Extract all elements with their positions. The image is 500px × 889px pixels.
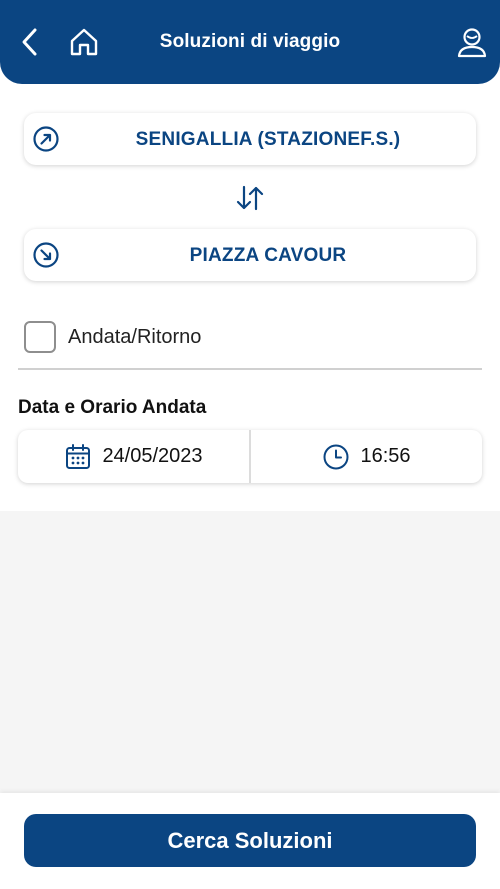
calendar-icon bbox=[66, 443, 91, 469]
round-trip-checkbox[interactable] bbox=[24, 321, 56, 353]
date-picker-button[interactable]: 24/05/2023 bbox=[18, 430, 249, 483]
departure-date: 24/05/2023 bbox=[102, 445, 203, 467]
arrival-stop-label: PIAZZA CAVOUR bbox=[189, 245, 347, 266]
page-title: Soluzioni di viaggio bbox=[159, 31, 341, 52]
departure-section-title: Data e Orario Andata bbox=[18, 397, 207, 418]
search-solutions-button[interactable]: Cerca Soluzioni bbox=[24, 814, 476, 867]
user-icon bbox=[457, 28, 487, 58]
arrow-down-right-circle-icon bbox=[33, 242, 59, 268]
divider bbox=[18, 368, 482, 370]
screen: Soluzioni di viaggio SENIGALLIA (STAZION… bbox=[0, 0, 500, 889]
departure-stop-label: SENIGALLIA (STAZIONEF.S.) bbox=[135, 129, 401, 150]
app-header: Soluzioni di viaggio bbox=[0, 0, 500, 84]
swap-vertical-icon bbox=[236, 185, 264, 211]
arrival-stop-field[interactable]: PIAZZA CAVOUR bbox=[24, 229, 476, 281]
results-area bbox=[0, 511, 500, 793]
round-trip-option[interactable]: Andata/Ritorno bbox=[24, 321, 464, 353]
round-trip-label: Andata/Ritorno bbox=[68, 325, 202, 348]
arrow-up-right-circle-icon bbox=[33, 126, 59, 152]
departure-stop-field[interactable]: SENIGALLIA (STAZIONEF.S.) bbox=[24, 113, 476, 165]
time-picker-button[interactable]: 16:56 bbox=[249, 430, 482, 483]
swap-stops-button[interactable] bbox=[234, 183, 266, 213]
departure-time: 16:56 bbox=[360, 445, 411, 467]
departure-datetime-picker: 24/05/2023 16:56 bbox=[18, 430, 482, 483]
clock-icon bbox=[323, 444, 349, 469]
profile-button[interactable] bbox=[454, 24, 490, 60]
